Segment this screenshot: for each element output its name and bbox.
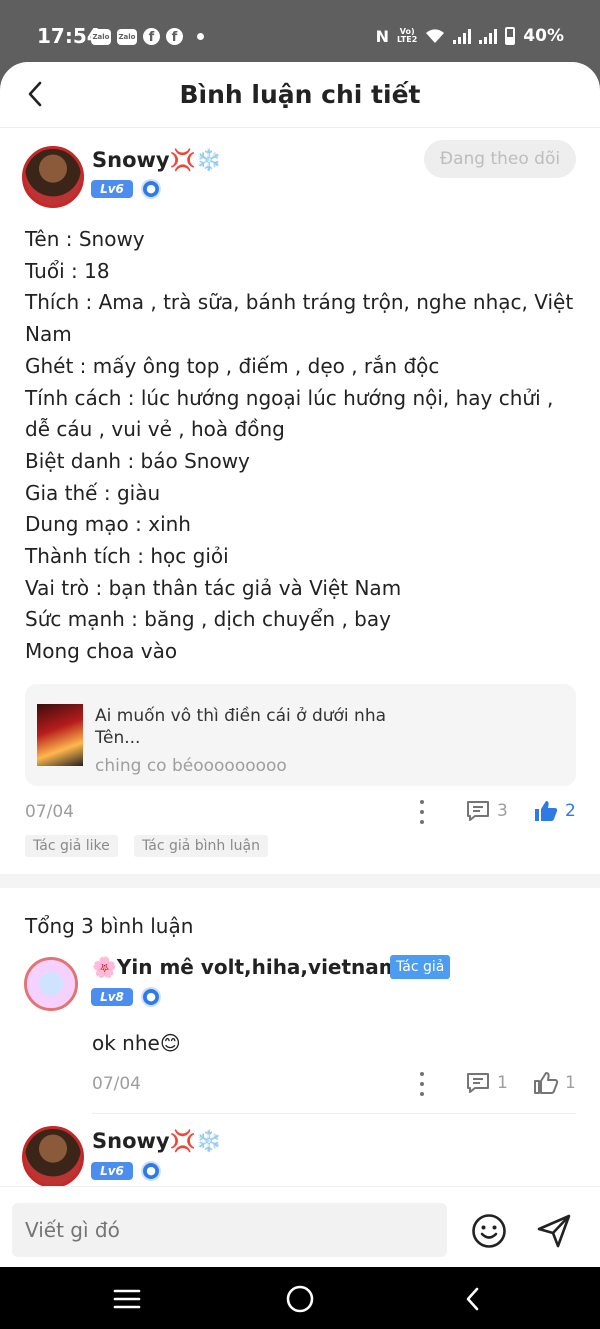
comment-date: 07/04 <box>92 1074 141 1094</box>
zalo-icon: Zalo <box>117 28 137 45</box>
reply-count-button[interactable]: 1 <box>465 1071 508 1095</box>
comments-total: Tổng 3 bình luận <box>25 914 194 938</box>
battery-icon <box>505 27 516 45</box>
avatar[interactable] <box>22 1126 84 1188</box>
home-button[interactable] <box>282 1281 318 1317</box>
chevron-left-icon <box>466 1287 479 1311</box>
comment-author-name[interactable]: 🌸Yin mê volt,hiha,vietnam🌸 <box>92 955 425 979</box>
system-icons: N Vo) LTE2 40% <box>376 26 564 46</box>
emoji-button[interactable] <box>471 1213 507 1249</box>
comment-count-button[interactable]: 3 <box>465 799 508 823</box>
facebook-icon: f <box>143 28 160 45</box>
post-body: Tên : Snowy Tuổi : 18 Thích : Ama , trà … <box>25 227 574 664</box>
level-badge: Lv8 <box>91 988 133 1006</box>
dot-icon <box>197 33 204 40</box>
avatar[interactable] <box>22 146 84 208</box>
quoted-post-title: Ai muốn vô thì điền cái ở dưới nha <box>95 706 387 726</box>
avatar[interactable] <box>24 957 78 1011</box>
send-button[interactable] <box>536 1213 572 1249</box>
quoted-post-thumbnail <box>37 704 83 766</box>
quoted-post-author: ching co béooooooooo <box>95 756 287 776</box>
follow-button[interactable]: Đang theo dõi <box>424 140 576 178</box>
smiley-icon <box>472 1214 506 1248</box>
like-button[interactable]: 1 <box>533 1071 576 1095</box>
page-title: Bình luận chi tiết <box>179 80 421 109</box>
battery-percent: 40% <box>523 26 564 46</box>
water-drop-badge-icon: ● <box>141 1161 161 1181</box>
system-back-button[interactable] <box>455 1281 491 1317</box>
wifi-icon <box>426 29 445 43</box>
like-count: 2 <box>565 801 576 821</box>
home-circle-icon <box>286 1285 314 1313</box>
quoted-post-excerpt: Tên... <box>95 728 141 748</box>
level-badge: Lv6 <box>91 1162 133 1180</box>
send-icon <box>537 1214 571 1248</box>
comment-text: ok nhe😊 <box>92 1031 181 1055</box>
level-badge: Lv6 <box>91 180 133 198</box>
volte-icon: Vo) LTE2 <box>397 27 418 44</box>
reply-count: 1 <box>497 1073 508 1093</box>
post-author-name[interactable]: Snowy💢❄️ <box>92 148 222 173</box>
section-separator <box>0 874 600 888</box>
comment-input[interactable] <box>12 1203 447 1257</box>
header: Bình luận chi tiết <box>0 62 600 128</box>
menu-icon <box>113 1289 141 1309</box>
comment-detail-screen: Bình luận chi tiết Snowy💢❄️ Lv6 ● Đang t… <box>0 62 600 1267</box>
signal-icon <box>453 28 472 44</box>
notification-icons: Zalo Zalo f f <box>91 28 204 45</box>
comment-count: 3 <box>497 801 508 821</box>
comment-icon <box>467 801 489 821</box>
like-button[interactable]: 2 <box>533 799 576 823</box>
post-date: 07/04 <box>25 802 74 822</box>
author-tag-badge: Tác giả <box>390 955 451 979</box>
like-count: 1 <box>565 1073 576 1093</box>
facebook-icon: f <box>166 28 183 45</box>
zalo-icon: Zalo <box>91 28 111 45</box>
comment-author-name[interactable]: Snowy💢❄️ <box>92 1129 222 1154</box>
water-drop-badge-icon: ● <box>141 987 161 1007</box>
comment-composer <box>0 1186 600 1267</box>
signal-icon <box>479 28 498 44</box>
quoted-post[interactable]: Ai muốn vô thì điền cái ở dưới nha Tên..… <box>25 684 576 786</box>
water-drop-badge-icon: ● <box>141 179 161 199</box>
more-options-icon[interactable] <box>417 800 427 824</box>
tag-author-commented: Tác giả bình luận <box>134 835 268 857</box>
system-navigation-bar <box>0 1267 600 1329</box>
recent-apps-button[interactable] <box>109 1281 145 1317</box>
comment-divider <box>92 1113 576 1114</box>
more-options-icon[interactable] <box>417 1072 427 1096</box>
comment-icon <box>467 1073 489 1093</box>
nfc-icon: N <box>375 26 390 46</box>
thumbs-up-filled-icon <box>535 801 558 821</box>
tag-author-liked: Tác giả like <box>25 835 118 857</box>
thumbs-up-icon <box>534 1072 559 1094</box>
